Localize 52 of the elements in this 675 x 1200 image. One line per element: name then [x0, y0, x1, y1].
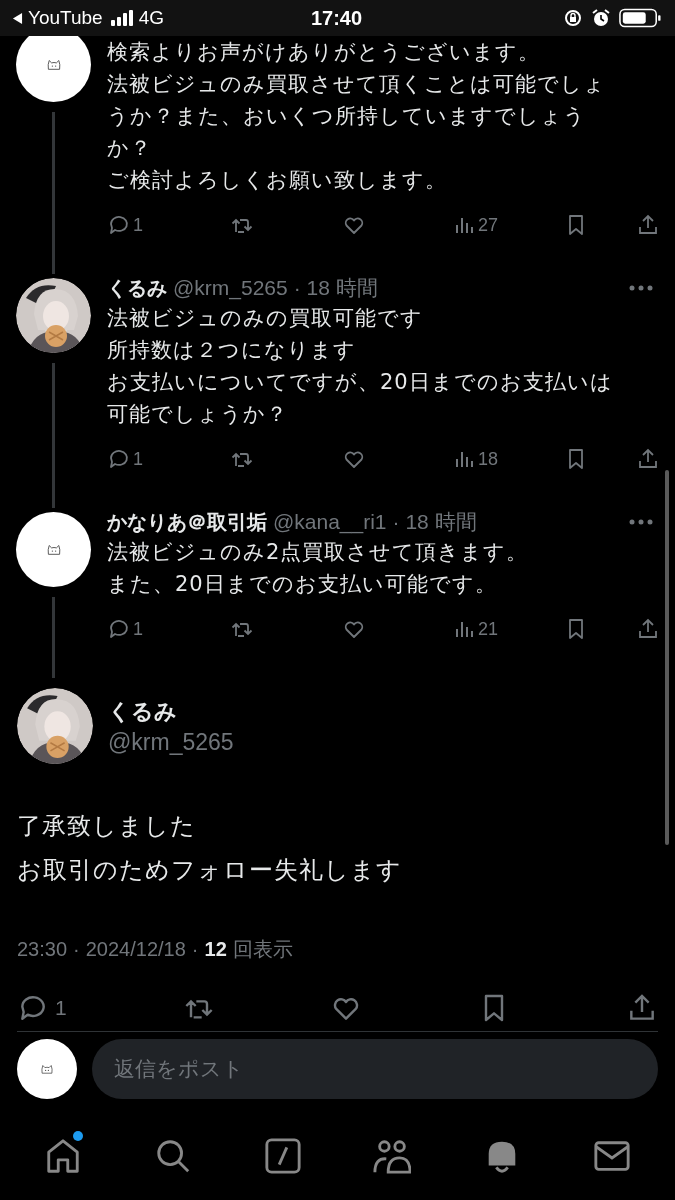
post-text: 法被ビジュのみの買取可能です: [107, 305, 424, 332]
post-text: 法被ビジュのみ買取させて頂くことは可能でしょうか？また、おいくつ所持していますでしょうか？: [107, 71, 607, 162]
speech-bubble-icon: [107, 447, 131, 471]
separator-dot: ·: [73, 938, 80, 961]
post-time: · 18 時間: [392, 509, 477, 535]
speech-bubble-icon: [107, 617, 131, 641]
post-date[interactable]: 2024/12/18: [85, 938, 186, 961]
view-label: 回表示: [232, 937, 293, 962]
cat-icon: [45, 543, 62, 556]
views-button[interactable]: 27: [452, 210, 499, 240]
avatar[interactable]: [17, 1039, 77, 1099]
separator-dot: ·: [191, 938, 199, 961]
post-text: 検索よりお声がけありがとうございます。: [107, 39, 541, 66]
reply-button[interactable]: 1: [107, 614, 143, 644]
post-text: ご検討よろしくお願い致します。: [107, 167, 448, 194]
signal-icon: [109, 10, 134, 26]
author-name[interactable]: かなりあ＠取引垢: [107, 508, 267, 536]
back-icon[interactable]: [12, 11, 23, 25]
battery-icon: [619, 8, 661, 28]
post-text: 了承致しました: [17, 811, 197, 842]
post-text: お取引のためフォロー失礼します: [17, 855, 403, 886]
post-text: 所持数は２つになります: [107, 337, 357, 364]
avatar[interactable]: [16, 36, 91, 102]
back-label[interactable]: YouTube: [28, 7, 103, 29]
reply-button[interactable]: 1: [107, 210, 143, 240]
slash-square-icon[interactable]: [263, 1137, 302, 1175]
cat-icon: [45, 58, 62, 71]
post-time: 23:30: [17, 938, 68, 961]
author-name[interactable]: くるみ: [107, 274, 167, 302]
cat-icon: [40, 1063, 54, 1075]
view-count: 12: [204, 938, 227, 961]
post-time: · 18 時間: [293, 275, 378, 301]
people-icon[interactable]: [373, 1137, 412, 1175]
views-button[interactable]: 21: [452, 614, 499, 644]
clock-time: 17:40: [310, 6, 363, 30]
post-text: また、20日までのお支払い可能です。: [107, 571, 498, 598]
more-icon[interactable]: [629, 285, 653, 291]
rotation-lock-icon: [563, 8, 583, 28]
network-label: 4G: [138, 7, 165, 29]
author-handle[interactable]: @kana__ri1: [273, 510, 387, 534]
alarm-icon: [591, 8, 611, 28]
author-handle[interactable]: @krm_5265: [173, 276, 288, 300]
reply-button[interactable]: 1: [107, 444, 143, 474]
author-name[interactable]: くるみ: [108, 696, 234, 727]
post-text: 法被ビジュのみ2点買取させて頂きます。: [107, 539, 530, 566]
speech-bubble-icon: [107, 213, 131, 237]
post-text: お支払いについてですが、20日までのお支払いは可能でしょうか？: [107, 369, 614, 428]
more-icon[interactable]: [629, 519, 653, 525]
views-button[interactable]: 18: [452, 444, 499, 474]
author-handle[interactable]: @krm_5265: [108, 728, 234, 756]
reply-button[interactable]: 1: [17, 991, 67, 1025]
reply-input-field[interactable]: 返信をポスト: [92, 1039, 658, 1099]
